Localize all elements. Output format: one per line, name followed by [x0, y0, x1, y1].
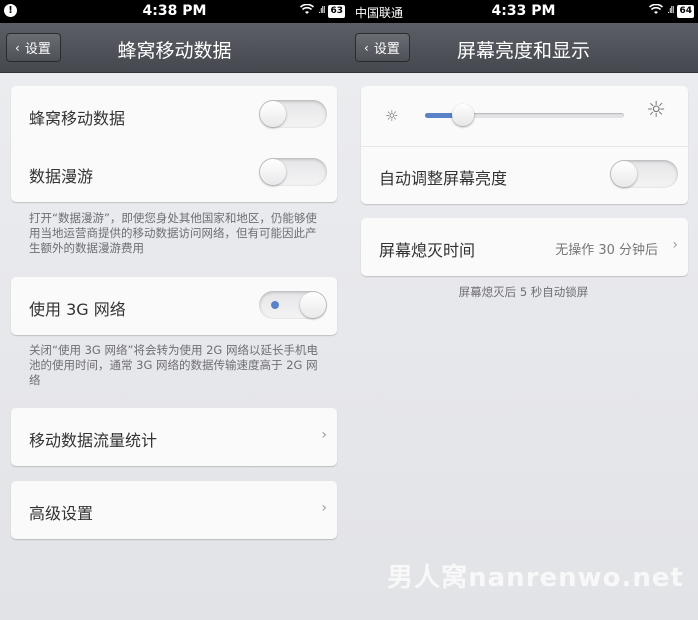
- network-card: 使用 3G 网络: [11, 277, 337, 335]
- data-roaming-label: 数据漫游: [29, 167, 94, 186]
- brightness-high-icon: ☼: [646, 98, 666, 123]
- wifi-icon: [649, 3, 664, 18]
- status-time: 4:33 PM: [491, 3, 556, 19]
- watermark: 男人窝nanrenwo.net: [387, 563, 684, 593]
- screen-off-value: 无操作 30 分钟后: [555, 243, 658, 258]
- use-3g-label: 使用 3G 网络: [29, 300, 126, 319]
- brightness-display-screen: 中国联通 4:33 PM .ıll 64 ‹ 设置 屏幕亮度和显示 ☼ ☼ 自动…: [349, 0, 698, 620]
- cellular-data-row[interactable]: 蜂窝移动数据: [11, 86, 337, 144]
- title-bar: ‹ 设置 屏幕亮度和显示: [349, 23, 698, 73]
- network-note: 关闭“使用 3G 网络”将会转为使用 2G 网络以延长手机电池的使用时间，通常 …: [29, 343, 318, 387]
- cellular-data-label: 蜂窝移动数据: [29, 109, 126, 128]
- battery-icon: 64: [677, 4, 694, 18]
- title-bar: ‹ 设置 蜂窝移动数据: [0, 23, 349, 73]
- advanced-settings-row[interactable]: 高级设置 ›: [11, 481, 337, 539]
- signal-icon: .ıll: [318, 6, 325, 16]
- chevron-right-icon: ›: [672, 237, 678, 253]
- roaming-note: 打开“数据漫游”，即使您身处其他国家和地区，仍能够使用当地运营商提供的移动数据访…: [29, 211, 317, 255]
- lock-note: 屏幕熄灭后 5 秒自动锁屏: [458, 285, 589, 299]
- usage-card: 移动数据流量统计 ›: [11, 408, 337, 466]
- toggle-knob: [611, 161, 637, 187]
- auto-brightness-row[interactable]: 自动调整屏幕亮度: [361, 146, 688, 204]
- cellular-data-screen: ! 4:38 PM .ıll 63 ‹ 设置 蜂窝移动数据 蜂窝移动数据 数据漫…: [0, 0, 349, 620]
- screen-off-card: 屏幕熄灭时间 无操作 30 分钟后 ›: [361, 218, 688, 276]
- data-roaming-toggle[interactable]: [259, 158, 327, 186]
- signal-icon: .ıll: [667, 6, 674, 16]
- battery-icon: 63: [328, 4, 345, 18]
- data-roaming-row[interactable]: 数据漫游: [11, 144, 337, 202]
- toggle-knob: [300, 292, 326, 318]
- auto-brightness-label: 自动调整屏幕亮度: [379, 169, 508, 188]
- status-time: 4:38 PM: [142, 3, 207, 19]
- use-3g-toggle[interactable]: [259, 291, 327, 319]
- toggle-knob: [260, 159, 286, 185]
- use-3g-row[interactable]: 使用 3G 网络: [11, 277, 337, 335]
- auto-brightness-toggle[interactable]: [610, 160, 678, 188]
- toggle-knob: [260, 101, 286, 127]
- brightness-slider-row: ☼ ☼: [361, 86, 688, 146]
- status-bar: 中国联通 4:33 PM .ıll 64: [349, 0, 698, 23]
- chevron-right-icon: ›: [321, 427, 327, 443]
- brightness-slider-thumb[interactable]: [451, 104, 474, 126]
- toggle-on-indicator: [271, 301, 279, 309]
- page-title: 屏幕亮度和显示: [456, 40, 590, 62]
- screen-off-row[interactable]: 屏幕熄灭时间 无操作 30 分钟后 ›: [361, 218, 688, 276]
- chevron-right-icon: ›: [321, 500, 327, 516]
- data-usage-label: 移动数据流量统计: [29, 431, 158, 450]
- advanced-card: 高级设置 ›: [11, 481, 337, 539]
- status-bar: ! 4:38 PM .ıll 63: [0, 0, 349, 23]
- cellular-card: 蜂窝移动数据 数据漫游: [11, 86, 337, 202]
- screen-off-label: 屏幕熄灭时间: [379, 241, 476, 260]
- cellular-data-toggle[interactable]: [259, 100, 327, 128]
- advanced-settings-label: 高级设置: [29, 504, 94, 523]
- brightness-low-icon: ☼: [385, 107, 399, 125]
- page-title: 蜂窝移动数据: [117, 40, 232, 62]
- brightness-card: ☼ ☼ 自动调整屏幕亮度: [361, 86, 688, 204]
- wifi-icon: [300, 3, 315, 18]
- data-usage-row[interactable]: 移动数据流量统计 ›: [11, 408, 337, 466]
